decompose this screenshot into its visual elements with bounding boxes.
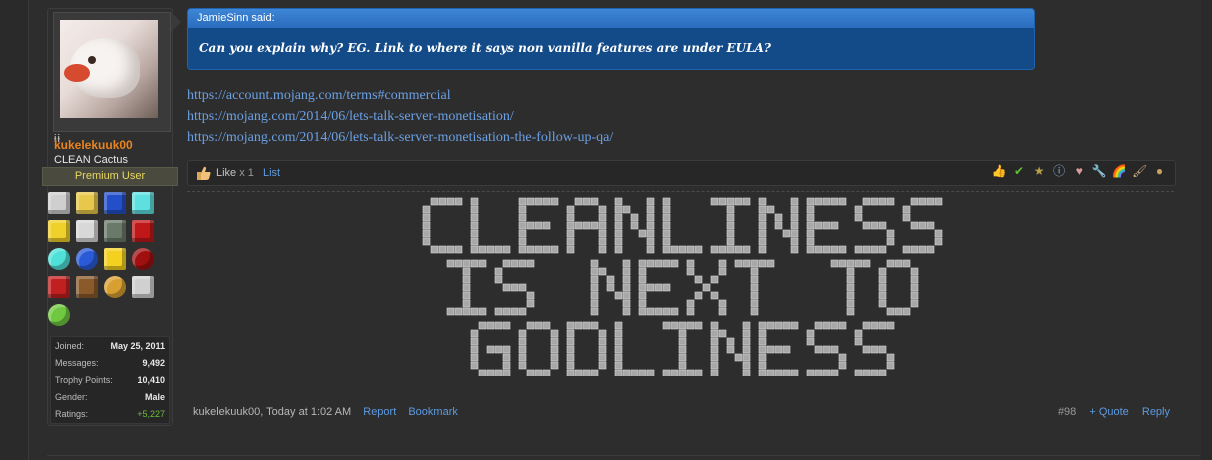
stat-value: May 25, 2011	[110, 341, 165, 351]
link-monetisation[interactable]: https://mojang.com/2014/06/lets-talk-ser…	[187, 106, 613, 127]
info-icon[interactable]: ⓘ	[1052, 164, 1067, 179]
potato-icon[interactable]: ●	[1152, 164, 1167, 179]
cookie-icon[interactable]	[104, 276, 126, 298]
pixel-line-2	[446, 259, 919, 316]
diamond-block-icon[interactable]	[132, 192, 154, 214]
stat-joined: Joined: May 25, 2011	[55, 341, 165, 355]
stat-messages: Messages: 9,492	[55, 358, 165, 372]
diamond-icon[interactable]	[48, 248, 70, 270]
card-arrow	[171, 12, 181, 32]
like-count: x 1	[239, 167, 254, 179]
quote-author[interactable]: JamieSinn said:	[188, 9, 1034, 28]
signature-image	[422, 197, 943, 376]
stat-label: Ratings:	[55, 409, 89, 419]
stat-label: Trophy Points:	[55, 375, 113, 385]
stat-gender: Gender: Male	[55, 392, 165, 406]
stat-value[interactable]: 10,410	[137, 375, 165, 385]
quote-text: Can you explain why? EG. Link to where i…	[199, 41, 771, 55]
crown-icon[interactable]	[76, 192, 98, 214]
iron-ingot-icon[interactable]	[48, 192, 70, 214]
post-footer: kukelekuuk00, Today at 1:02 AM Report Bo…	[193, 406, 458, 418]
stat-value[interactable]: 9,492	[142, 358, 165, 368]
rainbow-icon[interactable]: 🌈	[1112, 164, 1127, 179]
slimeball-icon[interactable]	[48, 304, 70, 326]
bird-beak	[64, 64, 90, 82]
reply-link[interactable]: Reply	[1142, 406, 1170, 418]
heart-icon[interactable]: ♥	[1072, 164, 1087, 179]
report-link[interactable]: Report	[363, 406, 396, 418]
rating-icons: 👍 ✔ ★ ⓘ ♥ 🔧 🌈 🖌 ●	[990, 164, 1168, 182]
chiseled-block-icon[interactable]	[104, 220, 126, 242]
trophy-icon[interactable]: ★	[1032, 164, 1047, 179]
redstone-block-icon[interactable]	[132, 220, 154, 242]
quote-link[interactable]: + Quote	[1089, 406, 1128, 418]
avatar[interactable]	[60, 20, 158, 118]
bookmark-link[interactable]: Bookmark	[408, 406, 458, 418]
key-icon[interactable]	[132, 276, 154, 298]
pixel-line-1	[422, 197, 943, 254]
stat-trophy-points: Trophy Points: 10,410	[55, 375, 165, 389]
quote-block: JamieSinn said: Can you explain why? EG.…	[187, 8, 1035, 70]
user-title: CLEAN Cactus	[54, 154, 128, 166]
stat-ratings: Ratings: +5,227	[55, 409, 165, 423]
stat-label: Gender:	[55, 392, 88, 402]
check-icon[interactable]: ✔	[1012, 164, 1027, 179]
post-separator	[47, 455, 1200, 456]
paintbrush-icon[interactable]: 🖌	[1132, 164, 1147, 179]
stat-label: Joined:	[55, 341, 85, 351]
like-text: Like x 1	[216, 167, 254, 179]
like-label[interactable]: Like	[216, 167, 236, 179]
gold-ingot-icon[interactable]	[104, 248, 126, 270]
post-number[interactable]: #98	[1058, 406, 1076, 418]
premium-banner: Premium User	[42, 167, 178, 186]
wrench-icon[interactable]: 🔧	[1092, 164, 1107, 179]
checkbox-icon[interactable]	[48, 276, 70, 298]
gold-block-icon[interactable]	[48, 220, 70, 242]
link-terms[interactable]: https://account.mojang.com/terms#commerc…	[187, 85, 613, 106]
stat-value[interactable]: +5,227	[137, 409, 165, 419]
post-controls: #98 + Quote Reply	[1058, 406, 1170, 418]
link-monetisation-followup[interactable]: https://mojang.com/2014/06/lets-talk-ser…	[187, 127, 613, 148]
thumbs-up-icon[interactable]	[196, 165, 212, 181]
pixel-line-3	[470, 321, 895, 376]
username[interactable]: kukelekuuk00	[54, 138, 133, 152]
post-links: https://account.mojang.com/terms#commerc…	[187, 85, 613, 148]
like-bar: Like x 1 List 👍 ✔ ★ ⓘ ♥ 🔧 🌈 🖌 ●	[187, 160, 1176, 186]
user-stats: Joined: May 25, 2011 Messages: 9,492 Tro…	[50, 336, 170, 424]
lapis-block-icon[interactable]	[104, 192, 126, 214]
divider	[187, 191, 1174, 192]
likes-list-link[interactable]: List	[263, 167, 280, 179]
post-author-time[interactable]: kukelekuuk00, Today at 1:02 AM	[193, 406, 351, 418]
iron-block-icon[interactable]	[76, 220, 98, 242]
redstone-icon[interactable]	[132, 248, 154, 270]
bird-eye	[88, 56, 96, 64]
stat-label: Messages:	[55, 358, 99, 368]
lapis-icon[interactable]	[76, 248, 98, 270]
chest-icon[interactable]	[76, 276, 98, 298]
stat-value: Male	[144, 392, 165, 402]
thumbs-up-icon[interactable]: 👍	[992, 164, 1007, 179]
